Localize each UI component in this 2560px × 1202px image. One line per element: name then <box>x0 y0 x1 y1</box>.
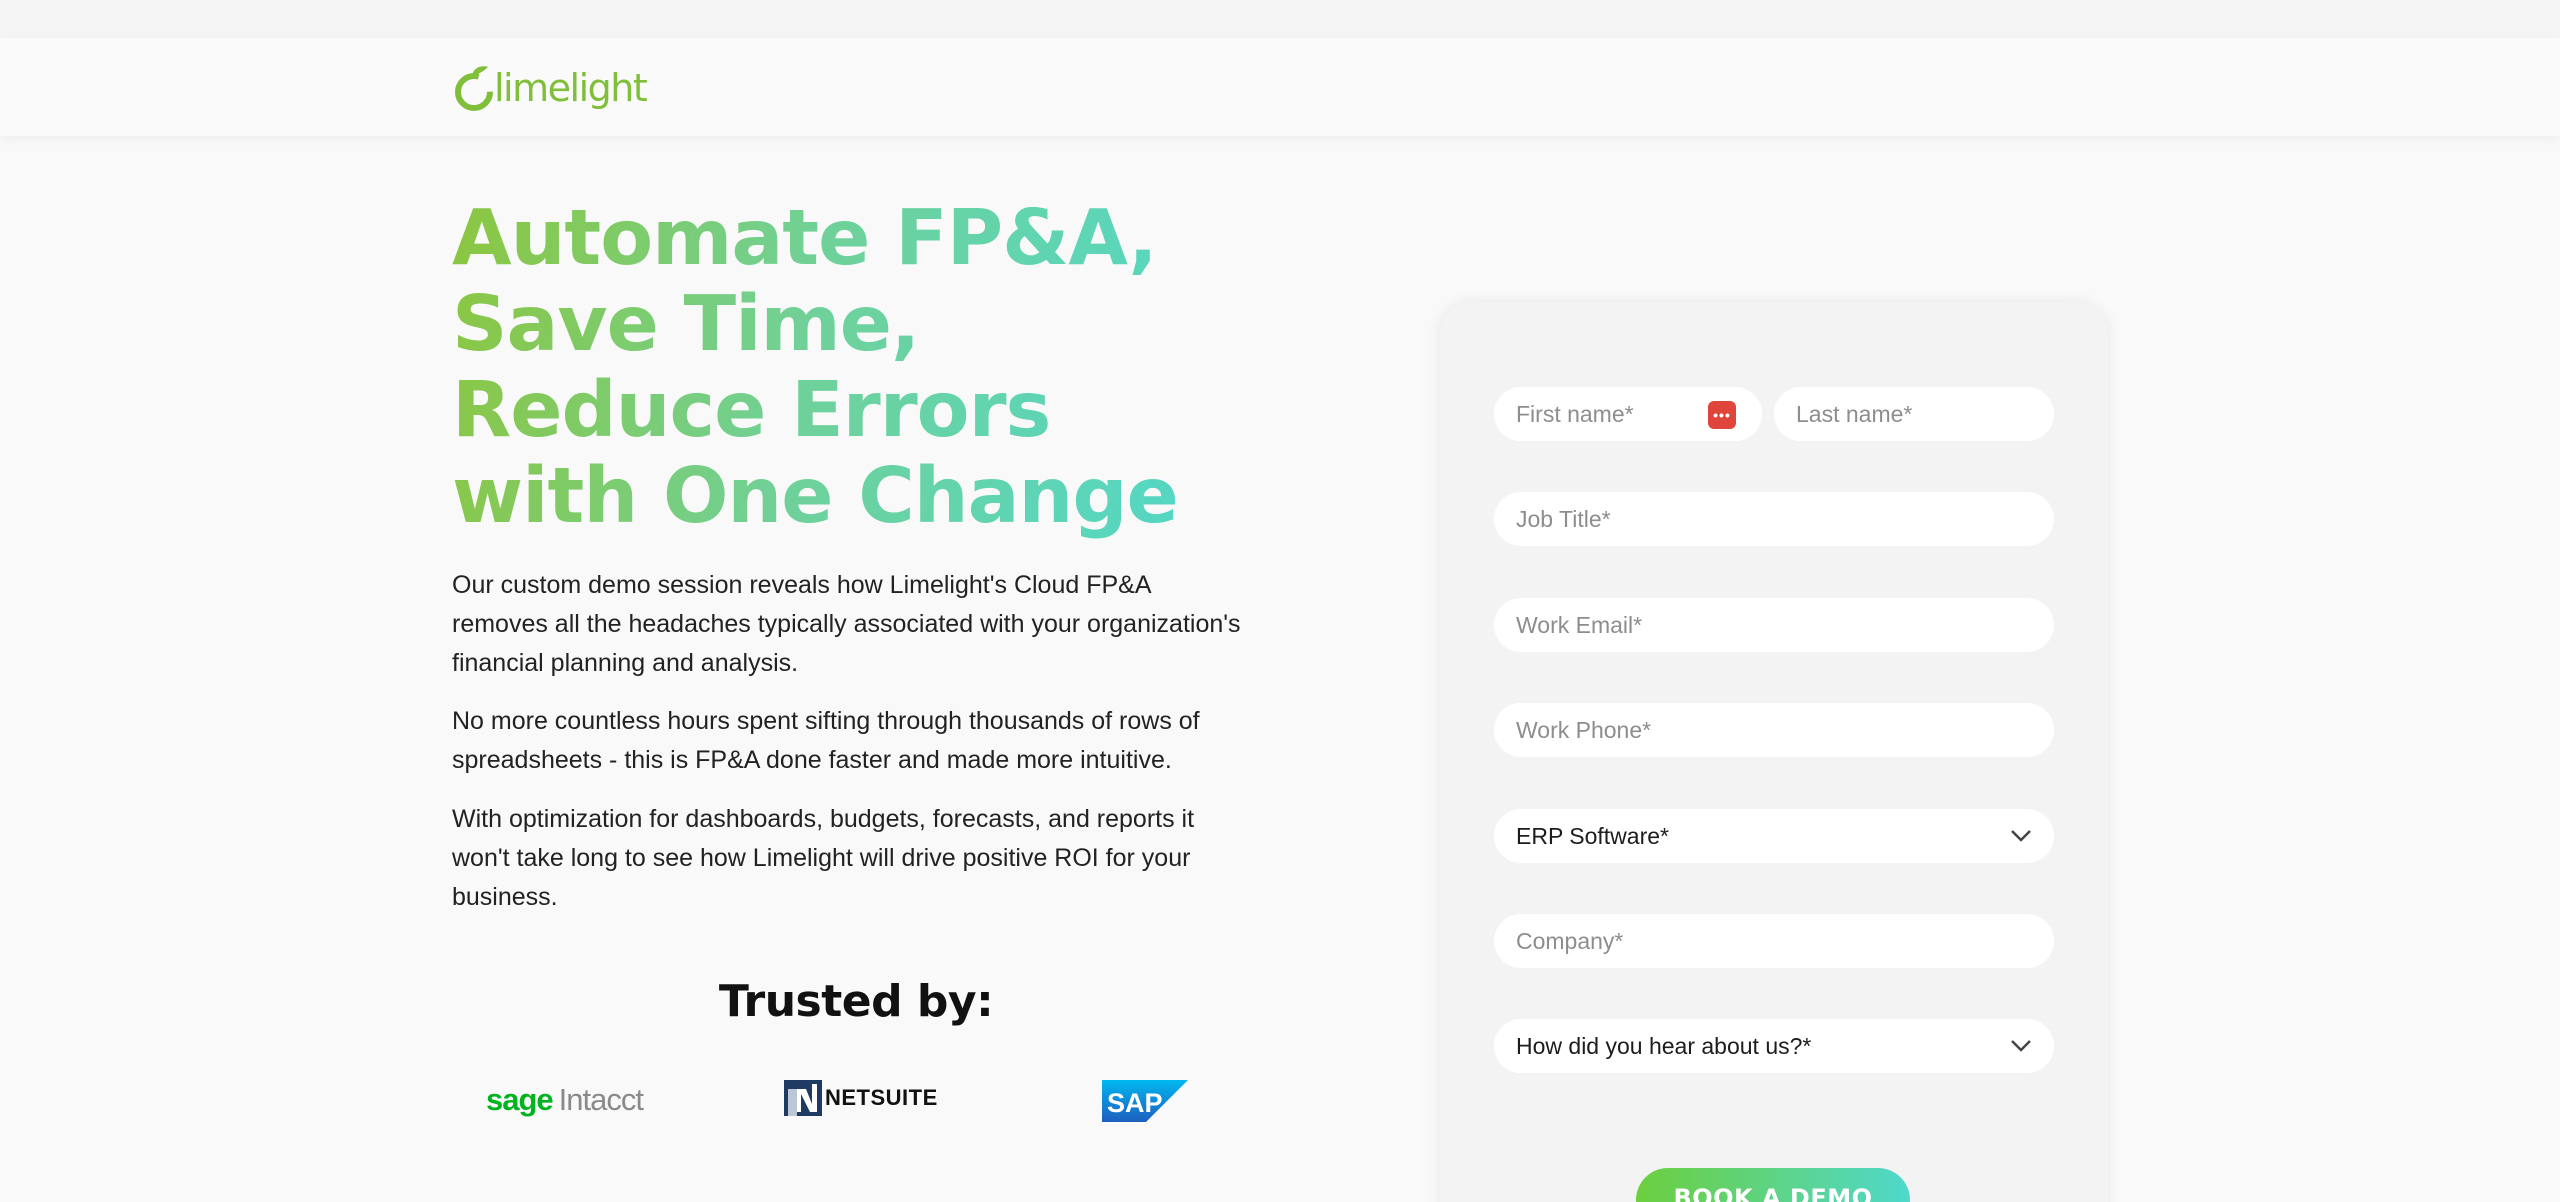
company-field[interactable]: Company* <box>1494 914 2054 968</box>
first-name-field[interactable]: First name* ••• <box>1494 387 1762 441</box>
sap-logo: SAP <box>1102 1080 1188 1122</box>
work-phone-field[interactable]: Work Phone* <box>1494 703 2054 757</box>
erp-software-select[interactable]: ERP Software* <box>1494 809 2054 863</box>
last-name-field[interactable]: Last name* <box>1774 387 2054 441</box>
trusted-by-heading: Trusted by: <box>718 976 994 1027</box>
demo-request-form: First name* ••• Last name* Job Title* Wo… <box>1440 302 2108 1202</box>
logo-wordmark: limelight <box>494 66 648 110</box>
chevron-down-icon <box>2011 830 2031 842</box>
netsuite-n-icon <box>784 1080 822 1116</box>
netsuite-logo: NETSUITE <box>784 1080 938 1116</box>
lime-logo-icon <box>455 66 493 111</box>
hero-paragraph-2: No more countless hours spent sifting th… <box>452 707 1200 774</box>
hero-title: Automate FP&A, Save Time, Reduce Errors … <box>452 196 1252 540</box>
job-title-field[interactable]: Job Title* <box>1494 492 2054 546</box>
limelight-logo[interactable]: limelight <box>452 62 648 114</box>
autofill-icon[interactable]: ••• <box>1708 401 1736 429</box>
work-email-field[interactable]: Work Email* <box>1494 598 2054 652</box>
sage-intacct-logo: sage Intacct <box>486 1082 644 1117</box>
browser-top-strip <box>0 0 2560 38</box>
hear-about-us-select[interactable]: How did you hear about us?* <box>1494 1019 2054 1073</box>
site-header: limelight <box>0 38 2560 136</box>
book-demo-button[interactable]: BOOK A DEMO <box>1636 1168 1910 1202</box>
chevron-down-icon <box>2011 1040 2031 1052</box>
hero-paragraph-1: Our custom demo session reveals how Lime… <box>452 571 1241 677</box>
svg-text:SAP: SAP <box>1107 1088 1163 1118</box>
hero-paragraph-3: With optimization for dashboards, budget… <box>452 805 1195 911</box>
partner-logos: sage Intacct NETSUITE SAP <box>452 1076 1260 1124</box>
